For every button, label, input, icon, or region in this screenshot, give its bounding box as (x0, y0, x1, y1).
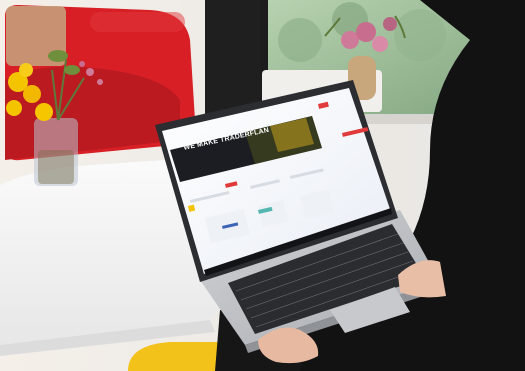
photo-scene: WE MAKE TRADERFLAN (0, 0, 525, 371)
